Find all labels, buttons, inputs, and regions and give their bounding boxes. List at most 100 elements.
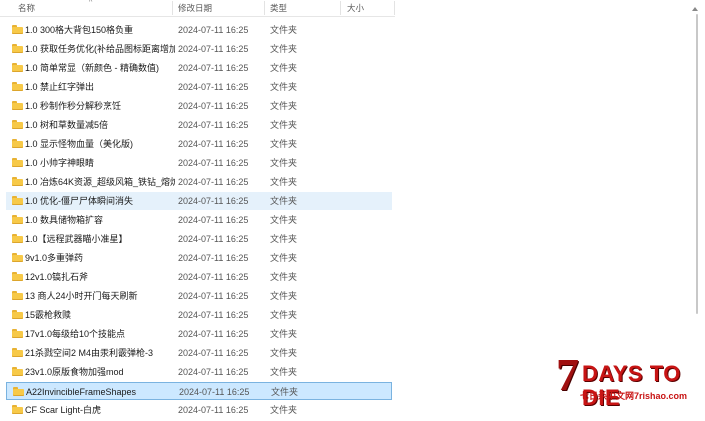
modified-date: 2024-07-11 16:25 (178, 367, 249, 377)
table-row[interactable]: 1.0 获取任务优化(补给品图标距离增加) 2024-07-11 16:25 文件夹 (6, 40, 392, 58)
file-name: 1.0【远程武器瞄小准星】 (25, 234, 128, 244)
file-name: A22InvincibleFrameShapes (26, 387, 137, 397)
table-row[interactable]: 1.0 显示怪物血量（美化版) 2024-07-11 16:25 文件夹 (6, 135, 392, 153)
table-row[interactable]: 12v1.0镐扎石斧 2024-07-11 16:25 文件夹 (6, 268, 392, 286)
table-row[interactable]: 15霰枪救赎 2024-07-11 16:25 文件夹 (6, 306, 392, 324)
modified-date: 2024-07-11 16:25 (178, 234, 249, 244)
table-row[interactable]: 1.0 冶炼64K资源_超级风箱_铁钻_熔炉槽...2024-07-11 16:… (6, 173, 392, 191)
logo-wordmark: DAYS TO DIE (582, 361, 681, 410)
folder-icon (12, 82, 23, 91)
column-divider[interactable] (340, 1, 341, 15)
folder-icon (12, 329, 23, 338)
folder-icon (12, 63, 23, 72)
modified-date: 2024-07-11 16:25 (178, 25, 249, 35)
table-row[interactable]: 9v1.0多重弹药 2024-07-11 16:25 文件夹 (6, 249, 392, 267)
folder-icon (12, 177, 23, 186)
table-row[interactable]: 1.0 秒制作秒分解秒烹饪 2024-07-11 16:25 文件夹 (6, 97, 392, 115)
scroll-up-arrow-icon[interactable] (692, 7, 698, 11)
modified-date: 2024-07-11 16:25 (178, 44, 249, 54)
file-name: 1.0 秒制作秒分解秒烹饪 (25, 101, 122, 111)
file-name: 1.0 优化-僵尸尸体瞬间消失 (25, 196, 134, 206)
file-type: 文件夹 (270, 196, 298, 206)
folder-icon (12, 215, 23, 224)
file-type: 文件夹 (270, 253, 298, 263)
file-type: 文件夹 (270, 63, 298, 73)
folder-icon (12, 25, 23, 34)
column-header-date[interactable]: 修改日期 (178, 0, 212, 16)
file-type: 文件夹 (270, 234, 298, 244)
table-row[interactable]: 1.0 简单常显（新颜色 - 精确数值) 2024-07-11 16:25 文件夹 (6, 59, 392, 77)
file-name: 1.0 树和草数量减5倍 (25, 120, 109, 130)
table-row[interactable]: 1.0 树和草数量减5倍 2024-07-11 16:25 文件夹 (6, 116, 392, 134)
file-type: 文件夹 (271, 387, 299, 397)
table-row[interactable]: 1.0 300格大背包150格负重 2024-07-11 16:25 文件夹 (6, 21, 392, 39)
table-row[interactable]: 13 商人24小时开门每天刷新 2024-07-11 16:25 文件夹 (6, 287, 392, 305)
folder-icon (12, 367, 23, 376)
modified-date: 2024-07-11 16:25 (178, 348, 249, 358)
folder-icon (12, 272, 23, 281)
modified-date: 2024-07-11 16:25 (178, 405, 249, 415)
folder-icon (12, 139, 23, 148)
modified-date: 2024-07-11 16:25 (178, 215, 249, 225)
modified-date: 2024-07-11 16:25 (178, 158, 249, 168)
file-type: 文件夹 (270, 310, 298, 320)
table-row[interactable]: 1.0【远程武器瞄小准星】 2024-07-11 16:25 文件夹 (6, 230, 392, 248)
modified-date: 2024-07-11 16:25 (178, 63, 249, 73)
folder-icon (12, 291, 23, 300)
column-divider[interactable] (394, 1, 395, 15)
table-row[interactable]: 23v1.0原版食物加强mod 2024-07-11 16:25 文件夹 (6, 363, 392, 381)
file-type: 文件夹 (270, 329, 298, 339)
file-name: CF Scar Light-白虎 (25, 405, 102, 415)
folder-icon (12, 253, 23, 262)
file-name: 21杀戮空间2 M4由汞利霰弹枪-3 (25, 348, 154, 358)
table-row[interactable]: 21杀戮空间2 M4由汞利霰弹枪-3 2024-07-11 16:25 文件夹 (6, 344, 392, 362)
file-name: 1.0 300格大背包150格负重 (25, 25, 134, 35)
table-row[interactable]: A22InvincibleFrameShapes 2024-07-11 16:25… (6, 382, 392, 400)
column-header-bar: 名称 ^ 修改日期 类型 大小 (0, 0, 395, 17)
table-row[interactable]: 1.0 禁止红字弹出 2024-07-11 16:25 文件夹 (6, 78, 392, 96)
file-type: 文件夹 (270, 120, 298, 130)
file-type: 文件夹 (270, 139, 298, 149)
table-row[interactable]: 1.0 优化-僵尸尸体瞬间消失 2024-07-11 16:25 文件夹 (6, 192, 392, 210)
column-header-size[interactable]: 大小 (347, 0, 364, 16)
file-name: 1.0 冶炼64K资源_超级风箱_铁钻_熔炉槽... (25, 177, 175, 187)
vertical-scrollbar-thumb[interactable] (696, 14, 698, 314)
modified-date: 2024-07-11 16:25 (178, 139, 249, 149)
column-divider[interactable] (264, 1, 265, 15)
modified-date: 2024-07-11 16:25 (178, 253, 249, 263)
column-divider[interactable] (172, 1, 173, 15)
file-type: 文件夹 (270, 291, 298, 301)
file-type: 文件夹 (270, 348, 298, 358)
modified-date: 2024-07-11 16:25 (178, 329, 249, 339)
logo-subtitle: 七日杀中文网7rishao.com (580, 391, 688, 401)
table-row[interactable]: 1.0 数具储物箱扩容 2024-07-11 16:25 文件夹 (6, 211, 392, 229)
file-name: 9v1.0多重弹药 (25, 253, 84, 263)
file-name: 17v1.0每级给10个技能点 (25, 329, 126, 339)
file-type: 文件夹 (270, 82, 298, 92)
modified-date: 2024-07-11 16:25 (178, 310, 249, 320)
file-name: 1.0 禁止红字弹出 (25, 82, 95, 92)
column-header-type[interactable]: 类型 (270, 0, 287, 16)
file-name: 12v1.0镐扎石斧 (25, 272, 89, 282)
folder-icon (12, 44, 23, 53)
modified-date: 2024-07-11 16:25 (178, 177, 249, 187)
file-name: 1.0 小帅字神眼睛 (25, 158, 95, 168)
modified-date: 2024-07-11 16:25 (178, 82, 249, 92)
table-row[interactable]: CF Scar Light-白虎 2024-07-11 16:25 文件夹 (6, 401, 392, 419)
file-type: 文件夹 (270, 44, 298, 54)
folder-icon (12, 196, 23, 205)
column-header-name[interactable]: 名称 (18, 0, 35, 16)
file-type: 文件夹 (270, 405, 298, 415)
modified-date: 2024-07-11 16:25 (178, 120, 249, 130)
table-row[interactable]: 17v1.0每级给10个技能点 2024-07-11 16:25 文件夹 (6, 325, 392, 343)
file-name: 1.0 数具储物箱扩容 (25, 215, 104, 225)
file-type: 文件夹 (270, 101, 298, 111)
folder-icon (12, 234, 23, 243)
modified-date: 2024-07-11 16:25 (178, 196, 249, 206)
table-row[interactable]: 1.0 小帅字神眼睛 2024-07-11 16:25 文件夹 (6, 154, 392, 172)
file-type: 文件夹 (270, 367, 298, 377)
file-name: 1.0 获取任务优化(补给品图标距离增加) (25, 44, 175, 54)
modified-date: 2024-07-11 16:25 (178, 291, 249, 301)
sort-ascending-icon: ^ (89, 0, 93, 6)
file-name: 15霰枪救赎 (25, 310, 72, 320)
